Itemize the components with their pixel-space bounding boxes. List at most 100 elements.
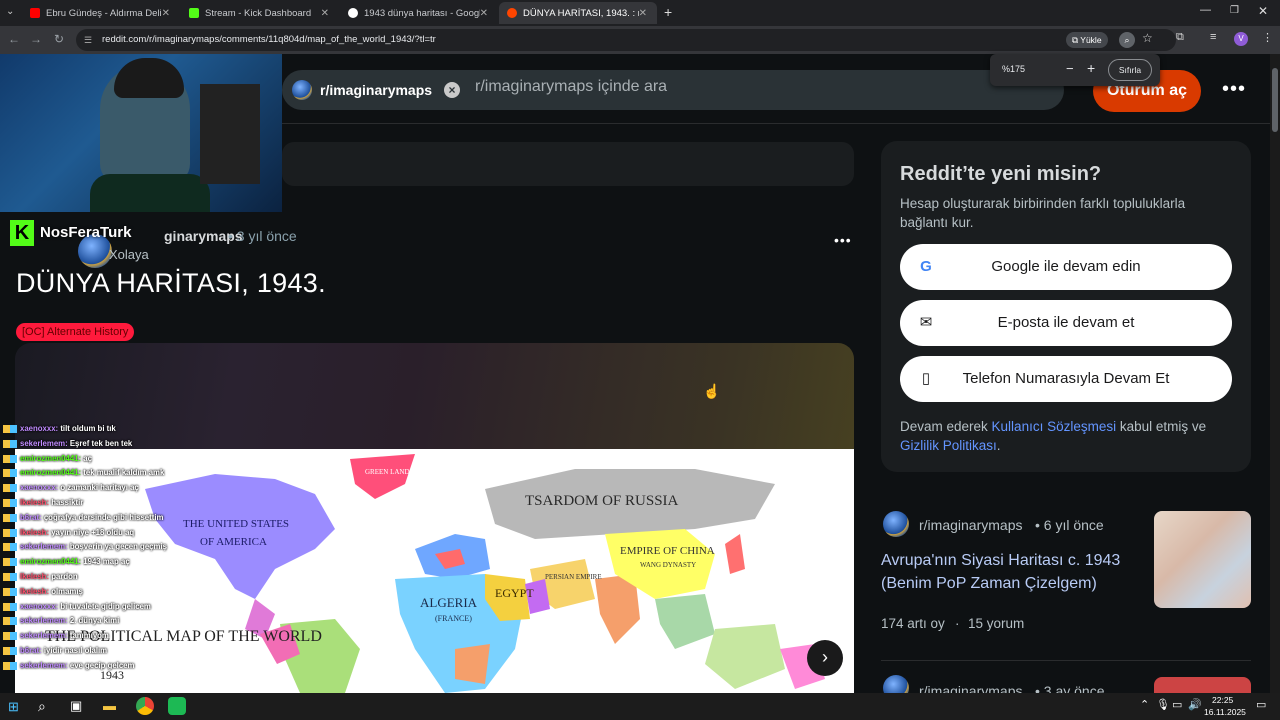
header-more-icon[interactable]: ••• <box>1222 78 1246 101</box>
email-signin-button[interactable]: ✉ E-posta ile devam et <box>900 300 1232 346</box>
chat-username[interactable]: lkelesh: <box>20 498 51 507</box>
chat-badge-icon <box>3 646 17 655</box>
related-title[interactable]: Avrupa'nın Siyasi Haritası c. 1943 (Beni… <box>881 549 1141 595</box>
clock-date[interactable]: 16.11.2025 <box>1204 707 1246 717</box>
close-tab-icon[interactable]: ✕ <box>162 8 170 19</box>
address-bar[interactable]: ☰ reddit.com/r/imaginarymaps/comments/11… <box>76 29 1176 51</box>
related-subreddit[interactable]: r/imaginarymaps <box>919 517 1022 533</box>
reddit-favicon-icon <box>507 8 517 18</box>
site-info-icon[interactable]: ☰ <box>84 29 92 51</box>
google-signin-button[interactable]: G Google ile devam edin <box>900 244 1232 290</box>
related-post-item[interactable]: r/imaginarymaps • 6 yıl önce Avrupa'nın … <box>881 505 1251 655</box>
clear-chip-icon[interactable]: × <box>444 82 461 98</box>
tab-google-search[interactable]: 1943 dünya haritası - Google'da Ara ✕ <box>340 2 498 24</box>
google-logo-icon: G <box>920 258 932 275</box>
task-view-icon[interactable]: ▣ <box>70 698 82 714</box>
tab-youtube[interactable]: Ebru Gündeş - Aldırma Deli Gönlüm ✕ <box>22 2 180 24</box>
browser-tab-strip: ⌄ Ebru Gündeş - Aldırma Deli Gönlüm ✕ St… <box>0 0 1280 26</box>
notifications-icon[interactable]: ▭ <box>1256 698 1266 711</box>
chat-username[interactable]: lkelesh: <box>20 572 51 581</box>
zoom-icon[interactable]: ⌕ <box>1119 32 1135 48</box>
chat-username[interactable]: sekerlemem: <box>20 439 70 448</box>
volume-icon[interactable]: 🔊 <box>1188 698 1202 711</box>
tab-reddit[interactable]: DÜNYA HARİTASI, 1943. : r/imaginarymaps … <box>499 2 657 24</box>
post-flair[interactable]: [OC] Alternate History <box>16 323 135 341</box>
chat-text: pardon <box>51 571 78 581</box>
privacy-policy-link[interactable]: Gizlilik Politikası <box>900 438 997 453</box>
chat-username[interactable]: sekerlemem: <box>20 542 70 551</box>
app-icon[interactable] <box>168 697 186 715</box>
chat-text: hassiktir <box>51 497 84 507</box>
reload-icon[interactable]: ↻ <box>54 32 64 46</box>
mic-icon[interactable]: 🎙 <box>1156 698 1170 711</box>
chat-username[interactable]: xaenoxxx: <box>20 602 60 611</box>
chat-username[interactable]: emirozmen0441: <box>20 468 83 477</box>
chat-text: tilt oldum bi tık <box>60 424 116 433</box>
windows-start-icon[interactable]: ⊞ <box>8 699 19 715</box>
close-window-icon[interactable]: ✕ <box>1258 4 1268 18</box>
zoom-out-button[interactable]: − <box>1066 61 1074 76</box>
chat-username[interactable]: sekerlemem: <box>20 616 70 625</box>
close-tab-icon[interactable]: ✕ <box>321 8 329 19</box>
search-icon[interactable]: ⌕ <box>38 698 46 715</box>
close-tab-icon[interactable]: ✕ <box>480 8 488 19</box>
post-more-icon[interactable]: ••• <box>834 232 852 248</box>
browser-menu-icon[interactable]: ⋮ <box>1262 31 1273 44</box>
file-explorer-icon[interactable]: ▬ <box>103 698 116 713</box>
chat-text: o zamanki haritayı aç <box>60 483 139 493</box>
tab-title: DÜNYA HARİTASI, 1943. : r/imaginarymaps <box>523 7 639 19</box>
chat-badge-icon <box>3 498 17 507</box>
chat-username[interactable]: lkelesh: <box>20 587 51 596</box>
chat-text: Eşref tek ben tek <box>69 438 133 448</box>
tray-overflow-icon[interactable]: ⌃ <box>1140 698 1149 711</box>
tab-title: Stream - Kick Dashboard <box>205 7 312 19</box>
minimize-window-icon[interactable]: — <box>1200 4 1211 16</box>
chat-username[interactable]: lkelesh: <box>20 528 51 537</box>
chat-username[interactable]: b6rat: <box>20 513 44 522</box>
chair-figure <box>200 84 260 184</box>
media-control-icon[interactable]: ≡ <box>1210 31 1216 43</box>
page-scrollbar[interactable] <box>1270 54 1280 694</box>
related-post-item[interactable]: r/imaginarymaps • 3 ay önce <box>881 673 1251 701</box>
bookmark-star-icon[interactable]: ☆ <box>1142 31 1153 45</box>
chat-username[interactable]: sekerlemem: <box>20 631 70 640</box>
user-agreement-link[interactable]: Kullanıcı Sözleşmesi <box>992 419 1117 434</box>
back-icon[interactable]: ← <box>8 32 20 46</box>
chat-username[interactable]: xaenoxxx: <box>20 483 60 492</box>
phone-signin-label: Telefon Numarasıyla Devam Et <box>962 370 1170 387</box>
chat-username[interactable]: xaenoxxx: <box>20 424 60 433</box>
chat-message: lkelesh: hassiktir <box>0 496 300 511</box>
zoom-in-button[interactable]: + <box>1087 60 1095 76</box>
forward-icon[interactable]: → <box>30 32 42 46</box>
extensions-icon[interactable]: ⧉ <box>1176 31 1184 44</box>
zoom-reset-button[interactable]: Sıfırla <box>1108 59 1152 81</box>
clock-time[interactable]: 22:25 <box>1212 695 1233 705</box>
install-app-button[interactable]: ⧉ Yükle <box>1066 32 1108 48</box>
restore-window-icon[interactable]: ❐ <box>1230 5 1239 16</box>
chat-text: yayın niye +18 oldu aq <box>51 527 135 537</box>
related-thumbnail[interactable] <box>1154 511 1251 608</box>
gallery-next-button[interactable]: › <box>807 640 843 676</box>
chat-username[interactable]: sekerlemem: <box>20 661 70 670</box>
profile-avatar[interactable]: V <box>1234 32 1248 46</box>
network-icon[interactable]: ▭ <box>1172 698 1182 711</box>
chrome-icon[interactable] <box>136 697 154 715</box>
chat-username[interactable]: b6rat: <box>20 646 44 655</box>
legal-suffix: . <box>996 438 1001 453</box>
chat-username[interactable]: emirozmen0441: <box>20 557 83 566</box>
chat-text: boşverin ya gecen geçmiş <box>69 542 167 552</box>
windows-taskbar: ⊞ ⌕ ▣ ▬ ⌃ 🎙 ▭ 🔊 22:25 16.11.2025 ▭ <box>0 693 1280 720</box>
tab-kick-dashboard[interactable]: Stream - Kick Dashboard ✕ <box>181 2 339 24</box>
post-author[interactable]: Xolaya <box>109 247 149 262</box>
subreddit-search-chip[interactable]: r/imaginarymaps × <box>292 76 461 104</box>
phone-signin-button[interactable]: ▯ Telefon Numarasıyla Devam Et <box>900 356 1232 402</box>
chat-message: sekerlemem: tanımıyom <box>0 629 300 644</box>
tab-list-button[interactable]: ⌄ <box>6 6 14 17</box>
scrollbar-thumb[interactable] <box>1272 68 1278 132</box>
chat-username[interactable]: emirozmen0441: <box>20 454 83 463</box>
new-tab-button[interactable]: + <box>664 4 672 20</box>
chat-message: b6rat: çoğrafya dersinde gibi hissettim <box>0 511 300 526</box>
close-tab-icon[interactable]: ✕ <box>639 8 647 19</box>
chat-message: emirozmen0441: 1943 map aç <box>0 555 300 570</box>
browser-toolbar: ← → ↻ ☰ reddit.com/r/imaginarymaps/comme… <box>0 26 1280 54</box>
